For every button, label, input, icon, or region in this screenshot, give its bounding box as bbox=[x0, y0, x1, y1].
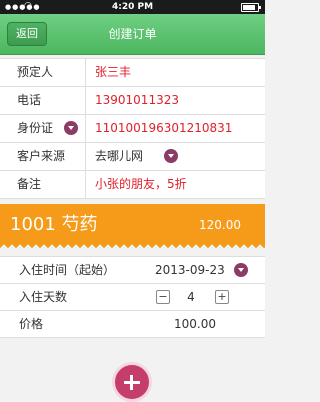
start-date-label: 入住时间（起始） bbox=[19, 263, 116, 277]
banner-zigzag-edge bbox=[0, 243, 265, 248]
room-price: 120.00 bbox=[199, 218, 241, 232]
id-card-row[interactable]: 身份证 110100196301210831 bbox=[0, 115, 265, 143]
stay-info-form: 入住时间（起始） 2013-09-23 入住天数 − 4 + 价格 100.00 bbox=[0, 256, 265, 338]
navigation-bar: 创建订单 返回 bbox=[0, 14, 265, 55]
booker-label: 预定人 bbox=[17, 65, 54, 79]
booker-value[interactable]: 张三丰 bbox=[95, 59, 131, 86]
chevron-down-icon[interactable] bbox=[64, 121, 78, 135]
note-row[interactable]: 备注 小张的朋友，5折 bbox=[0, 171, 265, 198]
days-row: 入住天数 − 4 + bbox=[0, 284, 265, 311]
id-card-value[interactable]: 110100196301210831 bbox=[95, 115, 232, 142]
note-label: 备注 bbox=[17, 177, 42, 191]
price-row: 价格 100.00 bbox=[0, 311, 265, 337]
days-label: 入住天数 bbox=[19, 290, 68, 304]
room-banner: 1001 芍药 120.00 bbox=[0, 204, 265, 243]
source-label: 客户来源 bbox=[17, 149, 66, 163]
guest-info-form: 预定人 张三丰 电话 13901011323 身份证 1101001963012… bbox=[0, 58, 265, 199]
minus-button[interactable]: − bbox=[156, 290, 170, 304]
booker-row[interactable]: 预定人 张三丰 bbox=[0, 59, 265, 87]
start-date-value[interactable]: 2013-09-23 bbox=[155, 257, 225, 283]
room-title: 1001 芍药 bbox=[10, 214, 98, 235]
plus-button[interactable]: + bbox=[215, 290, 229, 304]
chevron-down-icon[interactable] bbox=[234, 263, 248, 277]
add-button[interactable] bbox=[112, 362, 152, 402]
status-bar: ●●●●● ◠ 4:20 PM bbox=[0, 0, 265, 14]
id-type-label: 身份证 bbox=[17, 121, 54, 135]
note-value[interactable]: 小张的朋友，5折 bbox=[95, 171, 187, 198]
phone-row[interactable]: 电话 13901011323 bbox=[0, 87, 265, 115]
phone-label: 电话 bbox=[17, 93, 42, 107]
price-value[interactable]: 100.00 bbox=[174, 311, 216, 337]
start-date-row[interactable]: 入住时间（起始） 2013-09-23 bbox=[0, 257, 265, 284]
chevron-down-icon[interactable] bbox=[164, 149, 178, 163]
source-value[interactable]: 去哪儿网 bbox=[95, 143, 143, 170]
days-value[interactable]: 4 bbox=[181, 284, 201, 310]
battery-icon bbox=[241, 3, 261, 12]
price-label: 价格 bbox=[19, 317, 44, 331]
source-row[interactable]: 客户来源 去哪儿网 bbox=[0, 143, 265, 171]
back-button[interactable]: 返回 bbox=[7, 22, 47, 46]
phone-value[interactable]: 13901011323 bbox=[95, 87, 179, 114]
status-time: 4:20 PM bbox=[111, 2, 154, 12]
